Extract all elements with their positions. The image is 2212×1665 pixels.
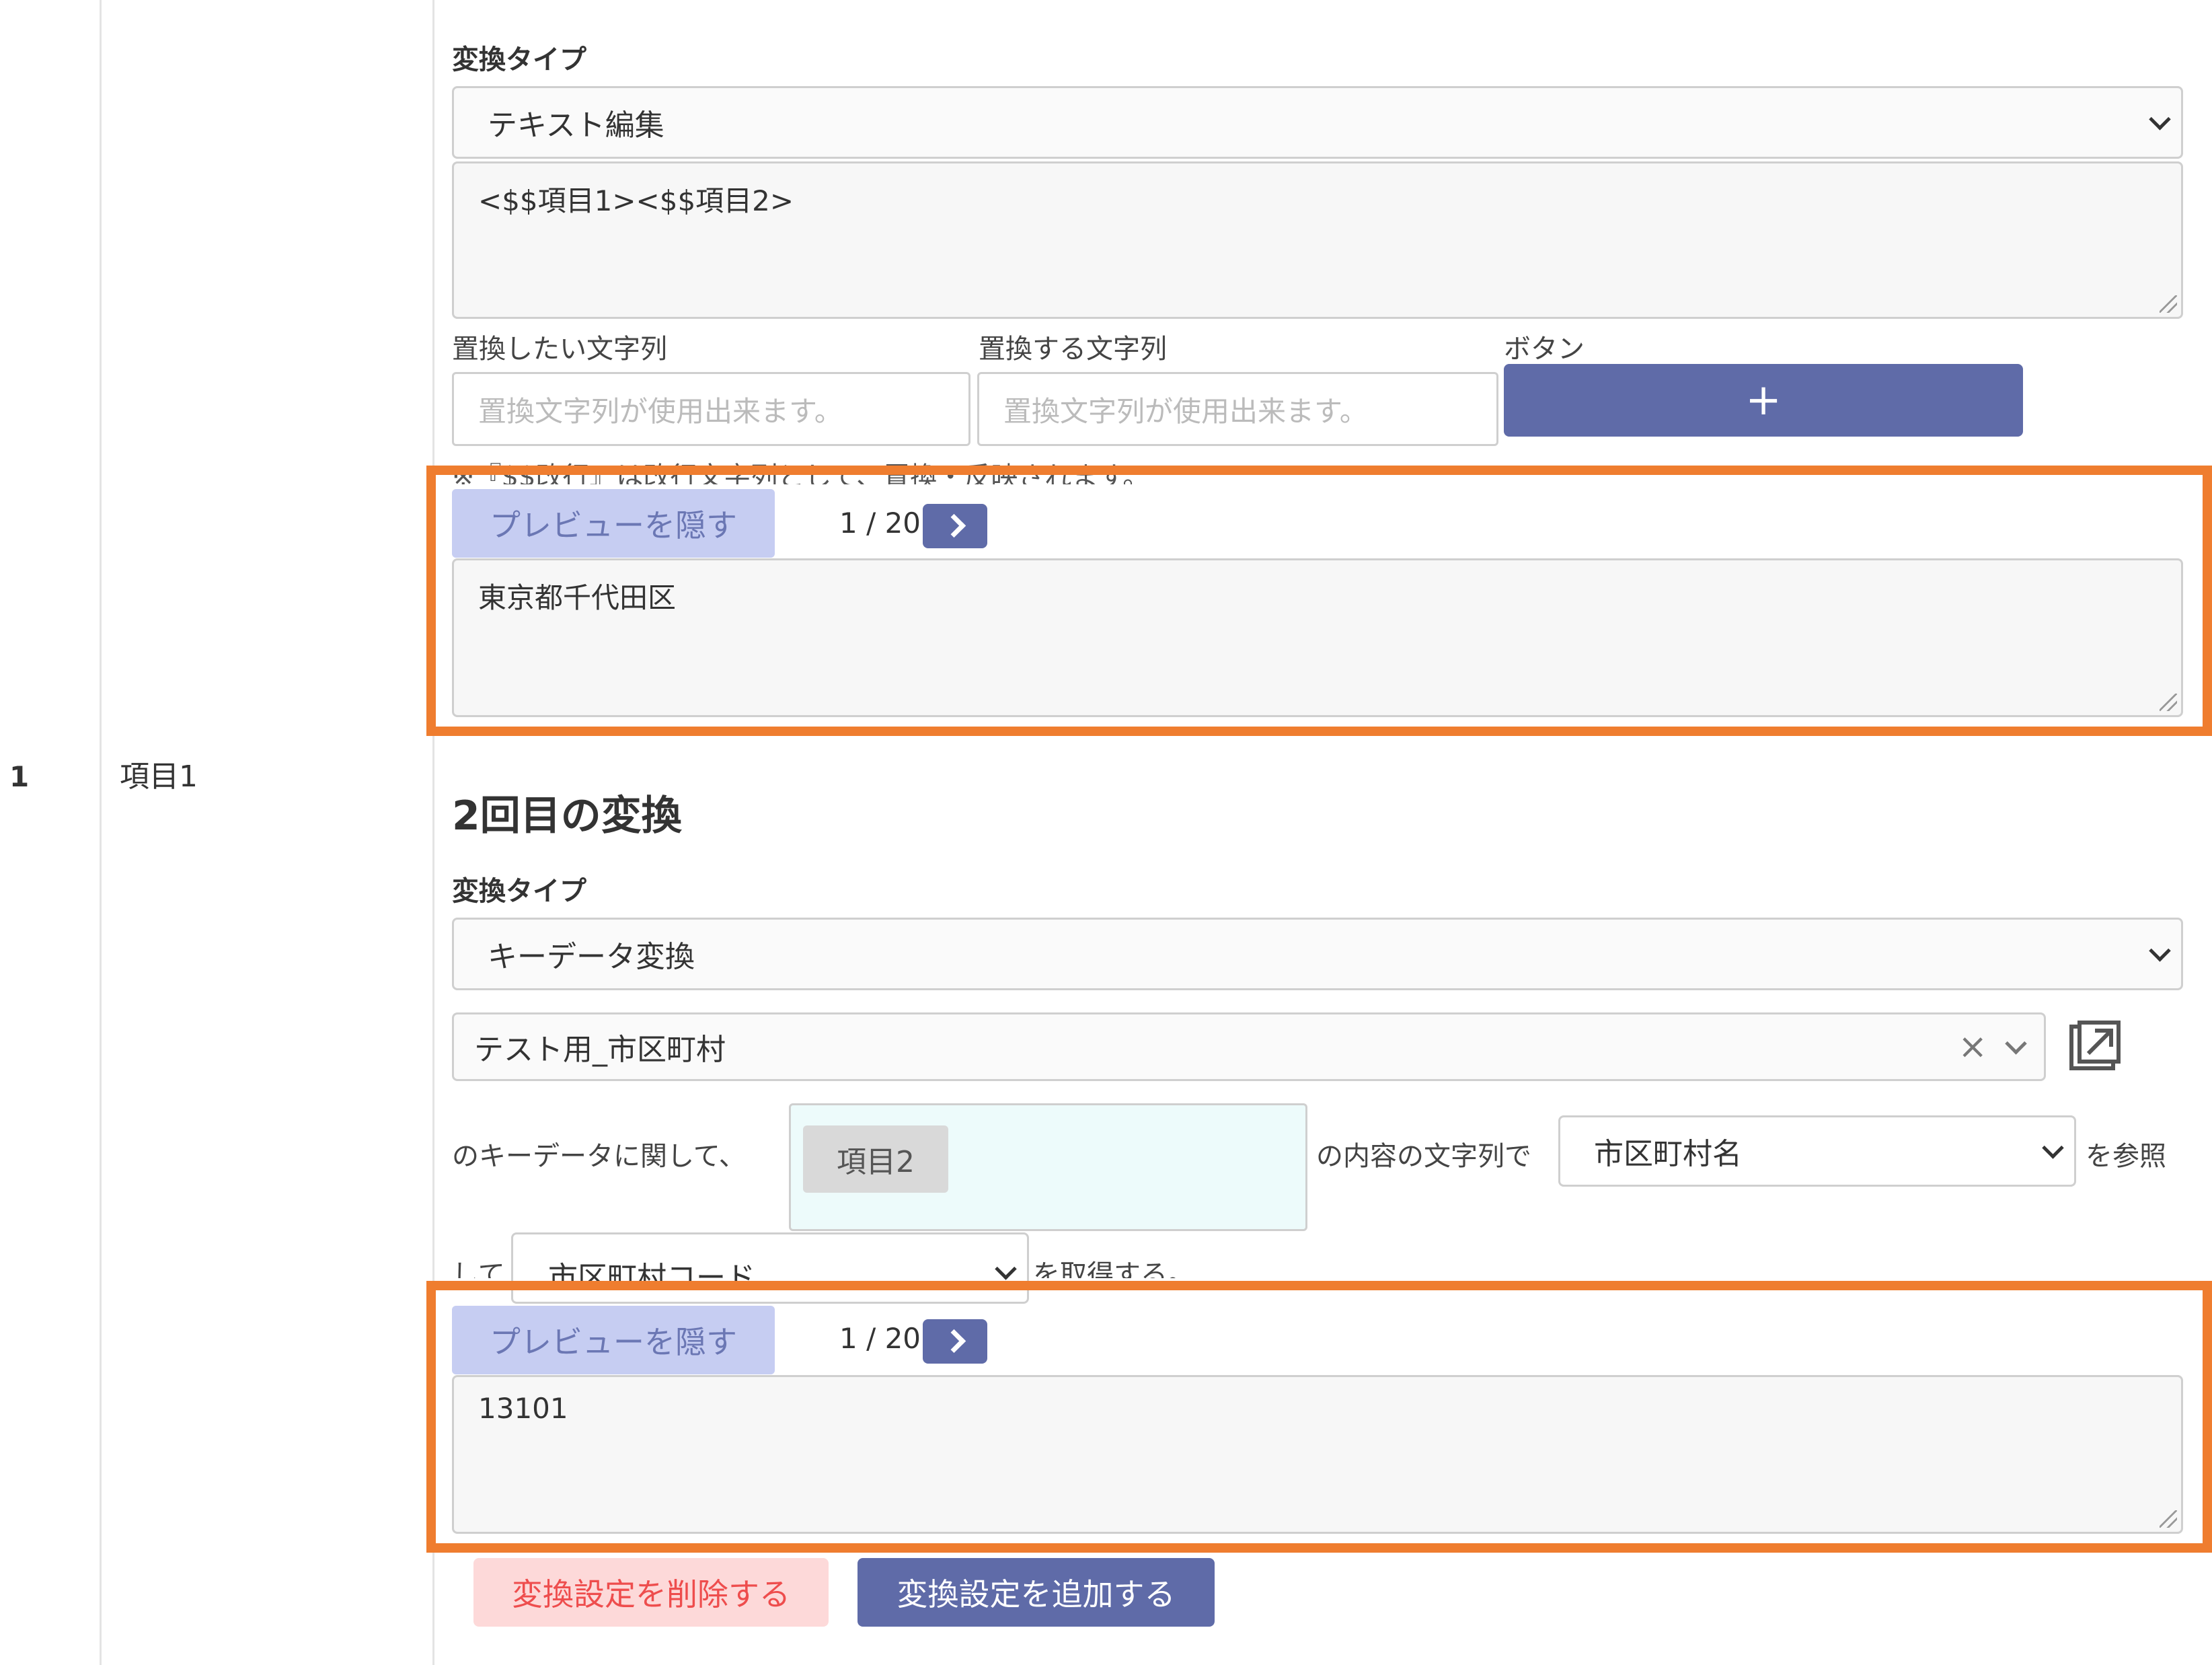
template-text: <$$項目1><$$項目2> <box>478 184 794 217</box>
replace-from-label: 置換したい文字列 <box>452 334 667 365</box>
add-replace-button[interactable]: + <box>1504 364 2023 437</box>
conversion-type-select[interactable]: テキスト編集 <box>452 86 2183 159</box>
source-item-tag[interactable]: 項目2 <box>803 1125 948 1193</box>
second-conversion-heading: 2回目の変換 <box>452 792 682 840</box>
column-divider <box>100 0 102 1665</box>
row-number: 1 <box>9 760 30 793</box>
conversion-type-label: 変換タイプ <box>452 876 586 907</box>
reference-column-select[interactable]: 市区町村名 <box>1558 1115 2076 1187</box>
keydata-select[interactable]: テスト用_市区町村 × <box>452 1012 2046 1081</box>
next-page-icon[interactable] <box>923 504 987 548</box>
preview-textarea[interactable]: 東京都千代田区 <box>452 558 2183 717</box>
source-item-dropzone[interactable]: 項目2 <box>789 1103 1307 1231</box>
open-external-icon[interactable] <box>2068 1020 2121 1072</box>
reference-column-value: 市区町村名 <box>1594 1137 1742 1171</box>
delete-conversion-button[interactable]: 変換設定を削除する <box>473 1558 829 1627</box>
replace-from-input[interactable]: 置換文字列が使用出来ます。 <box>452 372 970 446</box>
preview-pager: 1 / 20 <box>839 507 921 540</box>
keydata-value: テスト用_市区町村 <box>474 1033 726 1067</box>
chevron-down-icon <box>2149 940 2171 962</box>
preview-textarea[interactable]: 13101 <box>452 1375 2183 1534</box>
template-textarea[interactable]: <$$項目1><$$項目2> <box>452 161 2183 319</box>
replace-from-placeholder: 置換文字列が使用出来ます。 <box>478 394 843 428</box>
phrase-content: の内容の文字列で <box>1316 1141 1531 1172</box>
chevron-down-icon <box>2149 108 2171 131</box>
replace-to-input[interactable]: 置換文字列が使用出来ます。 <box>977 372 1498 446</box>
resize-handle-icon[interactable] <box>2160 1510 2177 1528</box>
replace-to-placeholder: 置換文字列が使用出来ます。 <box>1003 394 1368 428</box>
next-page-icon[interactable] <box>923 1319 987 1364</box>
conversion-type-label: 変換タイプ <box>452 44 586 75</box>
replace-to-label: 置換する文字列 <box>979 334 1167 365</box>
resize-handle-icon[interactable] <box>2160 295 2177 313</box>
chevron-down-icon[interactable] <box>2005 1033 2027 1055</box>
hide-preview-button[interactable]: プレビューを隠す <box>452 489 775 558</box>
phrase-shite: して <box>452 1259 505 1278</box>
preview-value: 東京都千代田区 <box>478 581 677 614</box>
phrase-ref: を参照 <box>2086 1141 2166 1172</box>
item-name: 項目1 <box>120 760 198 794</box>
phrase-keydata: のキーデータに関して、 <box>452 1141 746 1172</box>
preview-value: 13101 <box>478 1392 568 1425</box>
preview-pager: 1 / 20 <box>839 1322 921 1355</box>
conversion-type-select[interactable]: キーデータ変換 <box>452 918 2183 990</box>
resize-handle-icon[interactable] <box>2160 694 2177 711</box>
clear-icon[interactable]: × <box>1958 1027 1987 1067</box>
chevron-down-icon <box>2042 1137 2064 1159</box>
add-conversion-button[interactable]: 変換設定を追加する <box>857 1558 1215 1627</box>
phrase-get: を取得する。 <box>1033 1259 1194 1278</box>
chevron-down-icon <box>995 1258 1017 1280</box>
hide-preview-button[interactable]: プレビューを隠す <box>452 1306 775 1374</box>
conversion-type-value: キーデータ変換 <box>488 940 695 974</box>
button-column-label: ボタン <box>1504 334 1585 365</box>
conversion-type-value: テキスト編集 <box>488 108 664 143</box>
